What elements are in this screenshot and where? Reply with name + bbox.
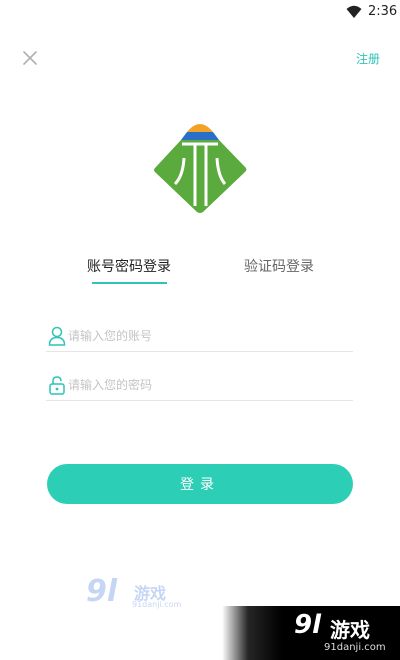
corner-watermark-number: 9l (294, 610, 322, 640)
password-field (46, 371, 353, 401)
account-field (46, 322, 353, 352)
status-time: 2:36 (368, 4, 398, 19)
corner-watermark-text: 游戏 (330, 618, 370, 642)
password-input[interactable] (68, 375, 348, 395)
watermark-url: 91danji.com (132, 600, 182, 609)
corner-watermark: 9l 游戏 91danji.com (222, 606, 400, 660)
watermark-number: 9l (86, 574, 118, 609)
tab-password-login[interactable]: 账号密码登录 (87, 256, 171, 276)
tab-code-login[interactable]: 验证码登录 (244, 256, 314, 276)
login-button[interactable]: 登录 (47, 464, 353, 504)
wifi-icon (346, 5, 362, 18)
account-input[interactable] (68, 326, 348, 346)
app-logo (154, 124, 247, 213)
user-icon (48, 326, 66, 346)
corner-watermark-url: 91danji.com (324, 642, 386, 653)
active-tab-indicator (92, 282, 167, 284)
watermark-logo: 9l 游戏 91danji.com (86, 574, 186, 614)
register-link[interactable]: 注册 (356, 50, 380, 67)
close-icon[interactable] (20, 48, 40, 68)
login-tabs: 账号密码登录 验证码登录 (0, 256, 400, 288)
lock-icon (49, 376, 65, 395)
status-bar: 2:36 (0, 0, 400, 24)
